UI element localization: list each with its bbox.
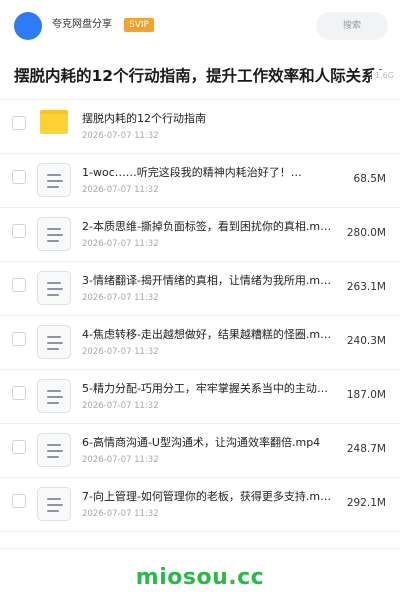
document-icon: [37, 325, 71, 359]
item-name: 5-精力分配-巧用分工，牢牢掌握关系当中的主动权.…: [82, 382, 332, 395]
document-icon: [37, 433, 71, 467]
document-icon: [37, 271, 71, 305]
select-checkbox[interactable]: [12, 224, 26, 238]
item-size: 263.1M: [346, 281, 386, 293]
list-item[interactable]: 4-焦虑转移-走出越想做好，结果越糟糕的怪圈.mp4 2026-07-07 11…: [0, 316, 400, 370]
folder-title-row: 摆脱内耗的12个行动指南，提升工作效率和人际关系！ 1.6G: [0, 52, 400, 100]
select-checkbox[interactable]: [12, 494, 26, 508]
item-name: 2-本质思维-撕掉负面标签，看到困扰你的真相.mp4: [82, 220, 332, 233]
item-size: 280.0M: [346, 227, 386, 239]
page-title: 摆脱内耗的12个行动指南，提升工作效率和人际关系！: [14, 67, 393, 85]
document-icon: [37, 163, 71, 197]
folder-size: 1.6G: [372, 70, 400, 82]
list-item[interactable]: 7-向上管理-如何管理你的老板，获得更多支持.mp4 2026-07-07 11…: [0, 478, 400, 532]
select-checkbox[interactable]: [12, 332, 26, 346]
list-item[interactable]: 1-woc……听完这段我的精神内耗治好了！… 2026-07-07 11:32 …: [0, 154, 400, 208]
item-name: 6-高情商沟通-U型沟通术，让沟通效率翻倍.mp4: [82, 436, 321, 449]
item-size: 68.5M: [353, 173, 386, 185]
item-size: 248.7M: [346, 443, 386, 455]
item-name: 1-woc……听完这段我的精神内耗治好了！…: [82, 166, 302, 179]
item-date: 2026-07-07 11:32: [82, 185, 159, 195]
list-item[interactable]: 3-情绪翻译-揭开情绪的真相，让情绪为我所用.mp4 2026-07-07 11…: [0, 262, 400, 316]
file-list: 摆脱内耗的12个行动指南 2026-07-07 11:32 1-woc……听完这…: [0, 100, 400, 532]
item-date: 2026-07-07 11:32: [82, 239, 159, 249]
item-size: 292.1M: [346, 497, 386, 509]
item-date: 2026-07-07 11:32: [82, 293, 159, 303]
item-date: 2026-07-07 11:32: [82, 401, 159, 411]
top-bar: 夸克网盘分享 SVIP 搜索: [0, 0, 400, 52]
item-name: 7-向上管理-如何管理你的老板，获得更多支持.mp4: [82, 490, 332, 503]
document-icon: [37, 217, 71, 251]
share-owner-name: 夸克网盘分享: [52, 19, 112, 30]
list-item[interactable]: 5-精力分配-巧用分工，牢牢掌握关系当中的主动权.… 2026-07-07 11…: [0, 370, 400, 424]
item-name: 4-焦虑转移-走出越想做好，结果越糟糕的怪圈.mp4: [82, 328, 332, 341]
svip-badge: SVIP: [124, 18, 154, 32]
avatar[interactable]: [14, 12, 42, 40]
footer-divider: [0, 548, 400, 549]
document-icon: [37, 379, 71, 413]
select-checkbox[interactable]: [12, 170, 26, 184]
folder-icon: [40, 110, 68, 134]
item-name: 3-情绪翻译-揭开情绪的真相，让情绪为我所用.mp4: [82, 274, 332, 287]
select-checkbox[interactable]: [12, 278, 26, 292]
watermark: miosou.cc: [135, 565, 265, 590]
document-icon: [37, 487, 71, 521]
item-date: 2026-07-07 11:32: [82, 509, 159, 519]
list-item[interactable]: 6-高情商沟通-U型沟通术，让沟通效率翻倍.mp4 2026-07-07 11:…: [0, 424, 400, 478]
item-size: 240.3M: [346, 335, 386, 347]
select-checkbox[interactable]: [12, 440, 26, 454]
search-input[interactable]: 搜索: [316, 12, 388, 40]
item-name: 摆脱内耗的12个行动指南: [82, 112, 206, 125]
item-size: 187.0M: [346, 389, 386, 401]
select-checkbox[interactable]: [12, 116, 26, 130]
item-date: 2026-07-07 11:32: [82, 455, 159, 465]
item-date: 2026-07-07 11:32: [82, 131, 159, 141]
select-checkbox[interactable]: [12, 386, 26, 400]
list-item[interactable]: 2-本质思维-撕掉负面标签，看到困扰你的真相.mp4 2026-07-07 11…: [0, 208, 400, 262]
list-item[interactable]: 摆脱内耗的12个行动指南 2026-07-07 11:32: [0, 100, 400, 154]
item-date: 2026-07-07 11:32: [82, 347, 159, 357]
